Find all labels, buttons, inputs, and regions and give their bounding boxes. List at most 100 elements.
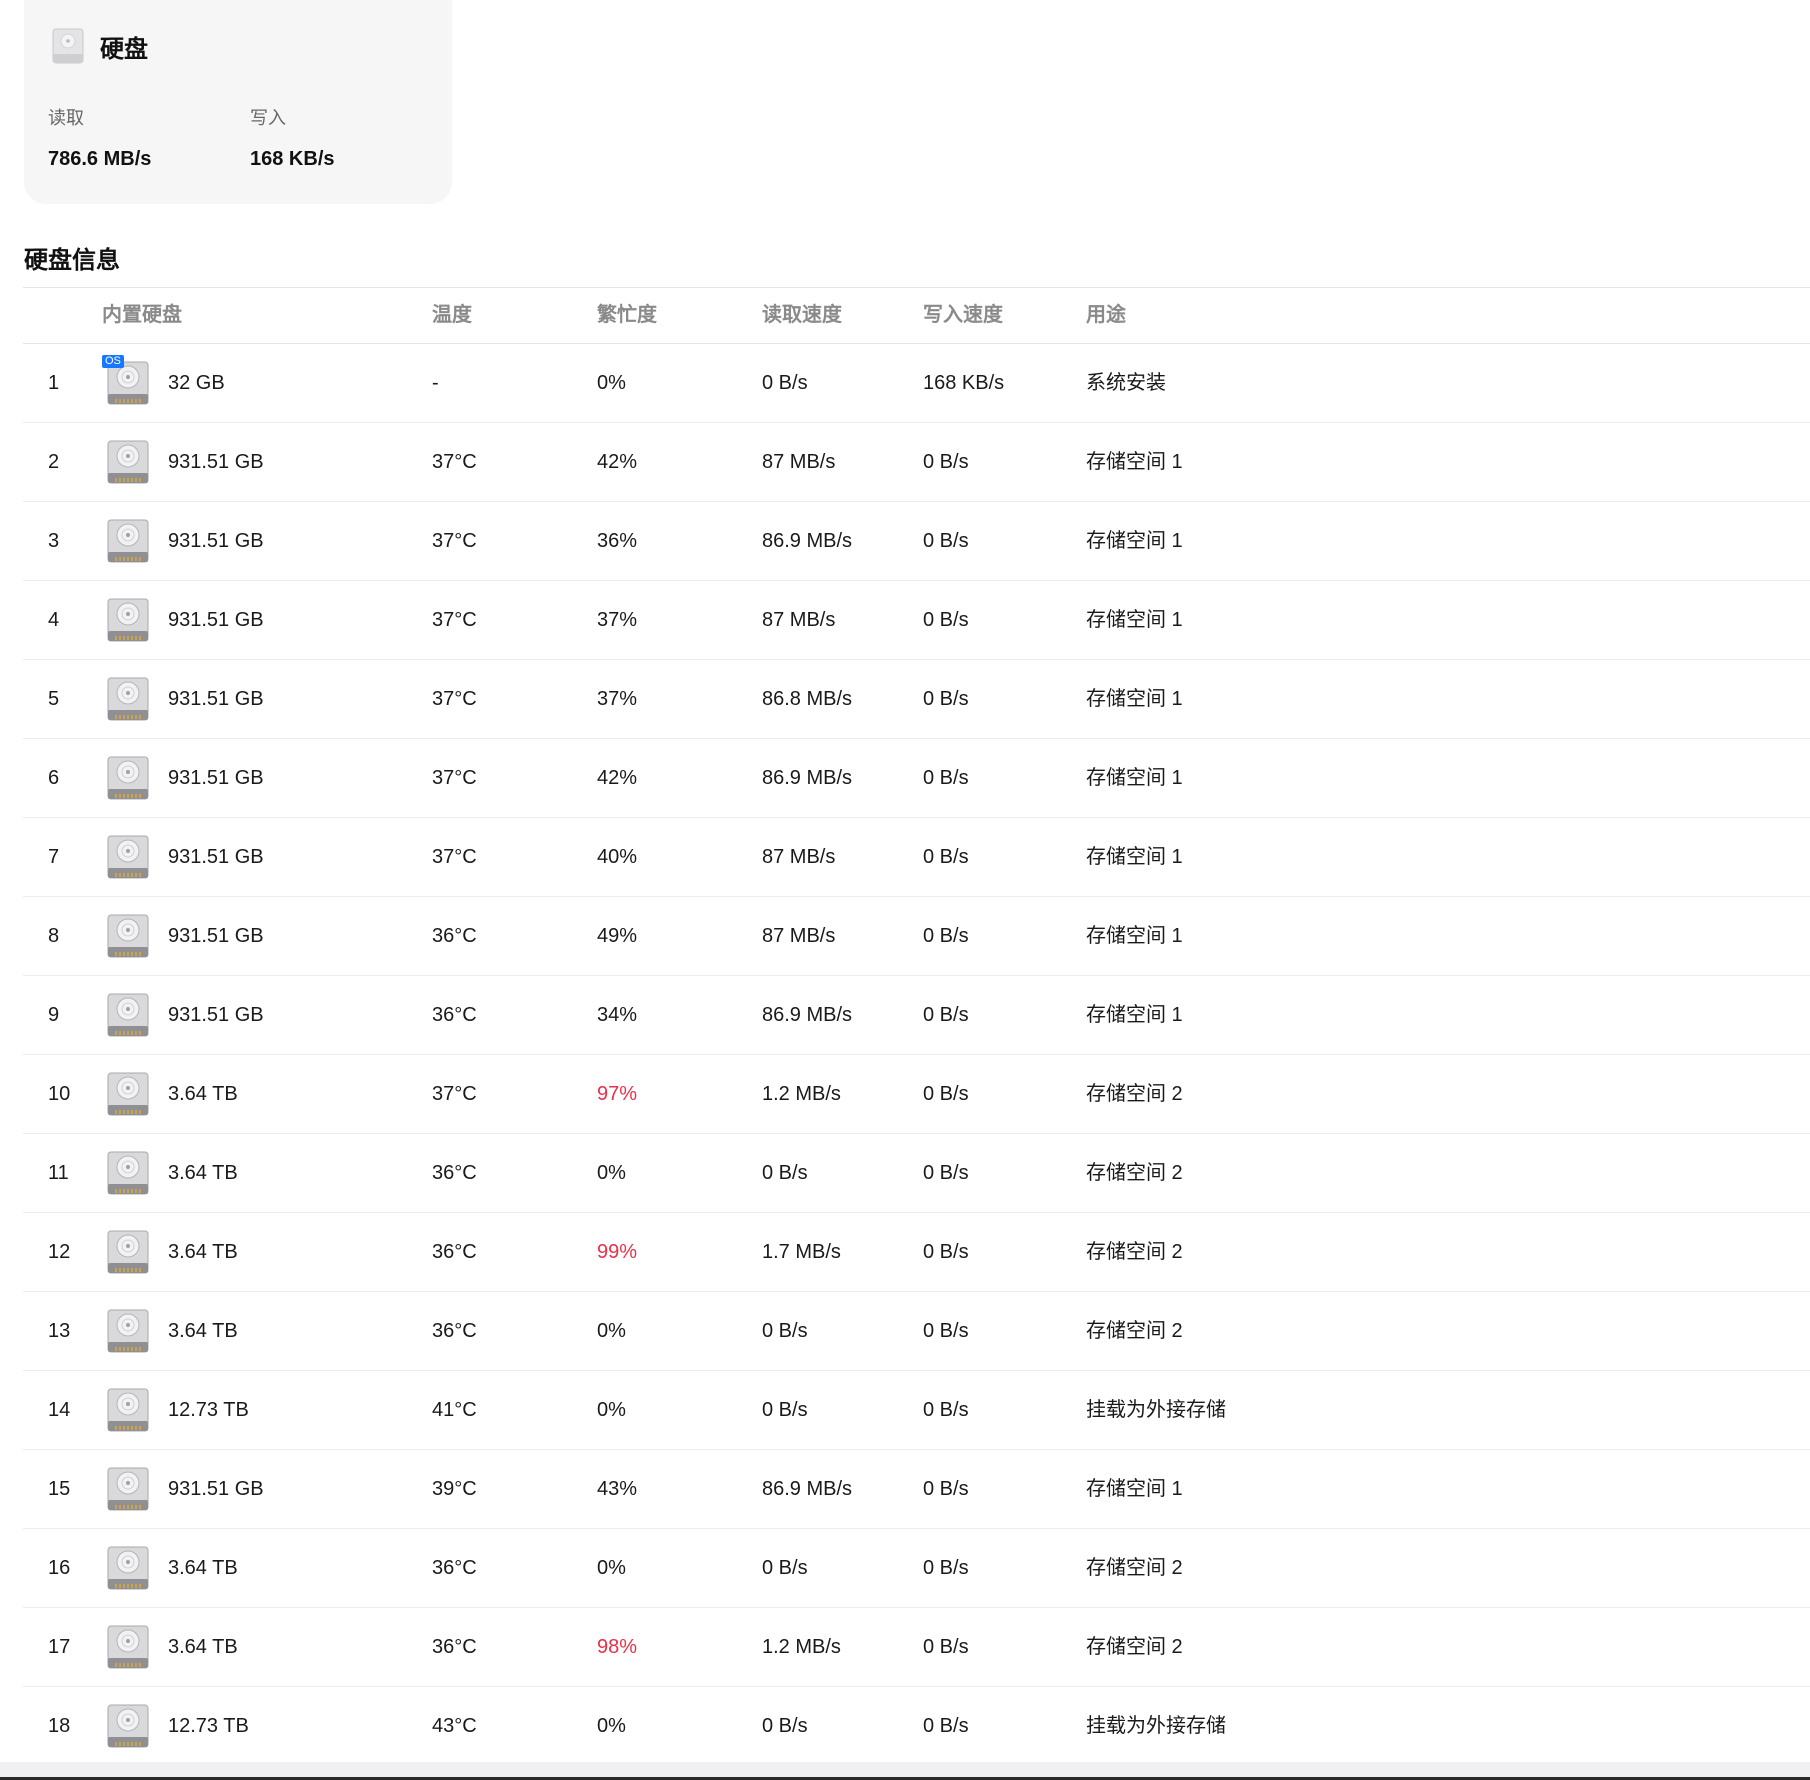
drive-usage: 存储空间 2 [1086, 1557, 1183, 1579]
drive-temperature: 37°C [432, 530, 477, 552]
drive-usage: 存储空间 1 [1086, 451, 1183, 473]
drive-busy: 34% [597, 1004, 638, 1026]
drive-usage: 挂载为外接存储 [1086, 1399, 1226, 1421]
hard-disk-icon [52, 28, 84, 64]
card-title: 硬盘 [100, 35, 148, 63]
drive-usage: 存储空间 1 [1086, 767, 1183, 789]
row-index: 2 [48, 451, 60, 473]
write-value: 168 KB/s [250, 148, 335, 170]
drive-busy: 36% [597, 530, 638, 552]
drive-usage: 存储空间 1 [1086, 846, 1183, 868]
table-row[interactable]: 9 931.51 GB 36°C 34% 86.9 MB/s 0 B/s 存储空间 1 [23, 976, 1810, 1055]
row-index: 9 [48, 1004, 60, 1026]
os-badge: OS [102, 355, 124, 368]
drive-write-speed: 0 B/s [923, 1715, 969, 1737]
row-index: 12 [48, 1241, 71, 1263]
row-index: 18 [48, 1715, 71, 1737]
table-row[interactable]: 13 3.64 TB 36°C 0% 0 B/s 0 B/s 存储空间 2 [23, 1292, 1810, 1371]
drive-read-speed: 87 MB/s [762, 609, 836, 631]
drive-read-speed: 86.9 MB/s [762, 1478, 853, 1500]
drive-size: 3.64 TB [168, 1320, 238, 1342]
table-row[interactable]: 1 OS 32 GB - 0% 0 B/s 168 KB/s 系统安装 [23, 344, 1810, 423]
drive-temperature: 43°C [432, 1715, 477, 1737]
drive-temperature: 36°C [432, 1320, 477, 1342]
table-row[interactable]: 6 931.51 GB 37°C 42% 86.9 MB/s 0 B/s 存储空间 1 [23, 739, 1810, 818]
drive-size: 931.51 GB [168, 1478, 264, 1500]
hard-drive-icon [107, 993, 149, 1037]
hard-drive-icon [107, 1704, 149, 1748]
drive-temperature: 37°C [432, 609, 477, 631]
drive-write-speed: 0 B/s [923, 1478, 969, 1500]
drive-write-speed: 0 B/s [923, 530, 969, 552]
table-row[interactable]: 8 931.51 GB 36°C 49% 87 MB/s 0 B/s 存储空间 1 [23, 897, 1810, 976]
drive-temperature: 37°C [432, 451, 477, 473]
read-metric: 读取 786.6 MB/s [48, 104, 151, 171]
table-row[interactable]: 11 3.64 TB 36°C 0% 0 B/s 0 B/s 存储空间 2 [23, 1134, 1810, 1213]
drive-size: 931.51 GB [168, 530, 264, 552]
drive-busy: 0% [597, 1715, 626, 1737]
header-drive: 内置硬盘 [102, 304, 182, 326]
drive-size: 931.51 GB [168, 925, 264, 947]
bottom-bar [0, 1762, 1810, 1780]
row-index: 14 [48, 1399, 71, 1421]
drive-read-speed: 1.7 MB/s [762, 1241, 841, 1263]
drive-write-speed: 0 B/s [923, 1004, 969, 1026]
hard-drive-icon [107, 1546, 149, 1590]
table-row[interactable]: 15 931.51 GB 39°C 43% 86.9 MB/s 0 B/s 存储空间 1 [23, 1450, 1810, 1529]
drive-read-speed: 0 B/s [762, 1162, 808, 1184]
drive-busy: 99% [597, 1241, 638, 1263]
table-row[interactable]: 14 12.73 TB 41°C 0% 0 B/s 0 B/s 挂载为外接存储 [23, 1371, 1810, 1450]
table-row[interactable]: 3 931.51 GB 37°C 36% 86.9 MB/s 0 B/s 存储空间 1 [23, 502, 1810, 581]
table-header: 内置硬盘 温度 繁忙度 读取速度 写入速度 用途 [23, 287, 1810, 344]
drive-size: 931.51 GB [168, 609, 264, 631]
drive-temperature: 36°C [432, 925, 477, 947]
hard-drive-icon [107, 677, 149, 721]
hard-drive-icon [107, 1625, 149, 1669]
drive-usage: 存储空间 1 [1086, 688, 1183, 710]
table-row[interactable]: 10 3.64 TB 37°C 97% 1.2 MB/s 0 B/s 存储空间 2 [23, 1055, 1810, 1134]
table-row[interactable]: 5 931.51 GB 37°C 37% 86.8 MB/s 0 B/s 存储空间 1 [23, 660, 1810, 739]
header-busy: 繁忙度 [597, 304, 657, 326]
drive-size: 931.51 GB [168, 1004, 264, 1026]
hard-drive-icon [107, 914, 149, 958]
header-read: 读取速度 [762, 304, 842, 326]
table-row[interactable]: 4 931.51 GB 37°C 37% 87 MB/s 0 B/s 存储空间 1 [23, 581, 1810, 660]
drive-size: 12.73 TB [168, 1715, 249, 1737]
drive-write-speed: 168 KB/s [923, 372, 1005, 394]
drive-read-speed: 87 MB/s [762, 451, 836, 473]
read-label: 读取 [48, 108, 84, 128]
drive-busy: 42% [597, 767, 638, 789]
row-index: 17 [48, 1636, 71, 1658]
drive-busy: 98% [597, 1636, 638, 1658]
row-index: 11 [48, 1162, 69, 1184]
drive-read-speed: 0 B/s [762, 1320, 808, 1342]
table-row[interactable]: 17 3.64 TB 36°C 98% 1.2 MB/s 0 B/s 存储空间 2 [23, 1608, 1810, 1687]
drive-size: 931.51 GB [168, 846, 264, 868]
section-title: 硬盘信息 [24, 247, 120, 274]
drive-size: 931.51 GB [168, 451, 264, 473]
hard-drive-icon [107, 519, 149, 563]
table-row[interactable]: 12 3.64 TB 36°C 99% 1.7 MB/s 0 B/s 存储空间 2 [23, 1213, 1810, 1292]
drive-write-speed: 0 B/s [923, 846, 969, 868]
drive-write-speed: 0 B/s [923, 451, 969, 473]
drive-temperature: 37°C [432, 846, 477, 868]
drive-read-speed: 86.9 MB/s [762, 1004, 853, 1026]
drive-usage: 存储空间 2 [1086, 1320, 1183, 1342]
drive-size: 12.73 TB [168, 1399, 249, 1421]
drive-write-speed: 0 B/s [923, 1162, 969, 1184]
hard-drive-icon [107, 835, 149, 879]
row-index: 16 [48, 1557, 71, 1579]
hard-drive-icon [107, 1230, 149, 1274]
table-row[interactable]: 2 931.51 GB 37°C 42% 87 MB/s 0 B/s 存储空间 1 [23, 423, 1810, 502]
drive-busy: 0% [597, 372, 626, 394]
drive-read-speed: 0 B/s [762, 372, 808, 394]
table-row[interactable]: 7 931.51 GB 37°C 40% 87 MB/s 0 B/s 存储空间 1 [23, 818, 1810, 897]
hard-drive-icon [107, 1388, 149, 1432]
drive-read-speed: 0 B/s [762, 1557, 808, 1579]
drive-read-speed: 1.2 MB/s [762, 1083, 841, 1105]
row-index: 7 [48, 846, 60, 868]
table-row[interactable]: 16 3.64 TB 36°C 0% 0 B/s 0 B/s 存储空间 2 [23, 1529, 1810, 1608]
table-row[interactable]: 18 12.73 TB 43°C 0% 0 B/s 0 B/s 挂载为外接存储 [23, 1687, 1810, 1766]
disk-table: 内置硬盘 温度 繁忙度 读取速度 写入速度 用途 1 OS 32 GB - 0% 0 B/… [23, 287, 1810, 1766]
drive-size: 3.64 TB [168, 1241, 238, 1263]
